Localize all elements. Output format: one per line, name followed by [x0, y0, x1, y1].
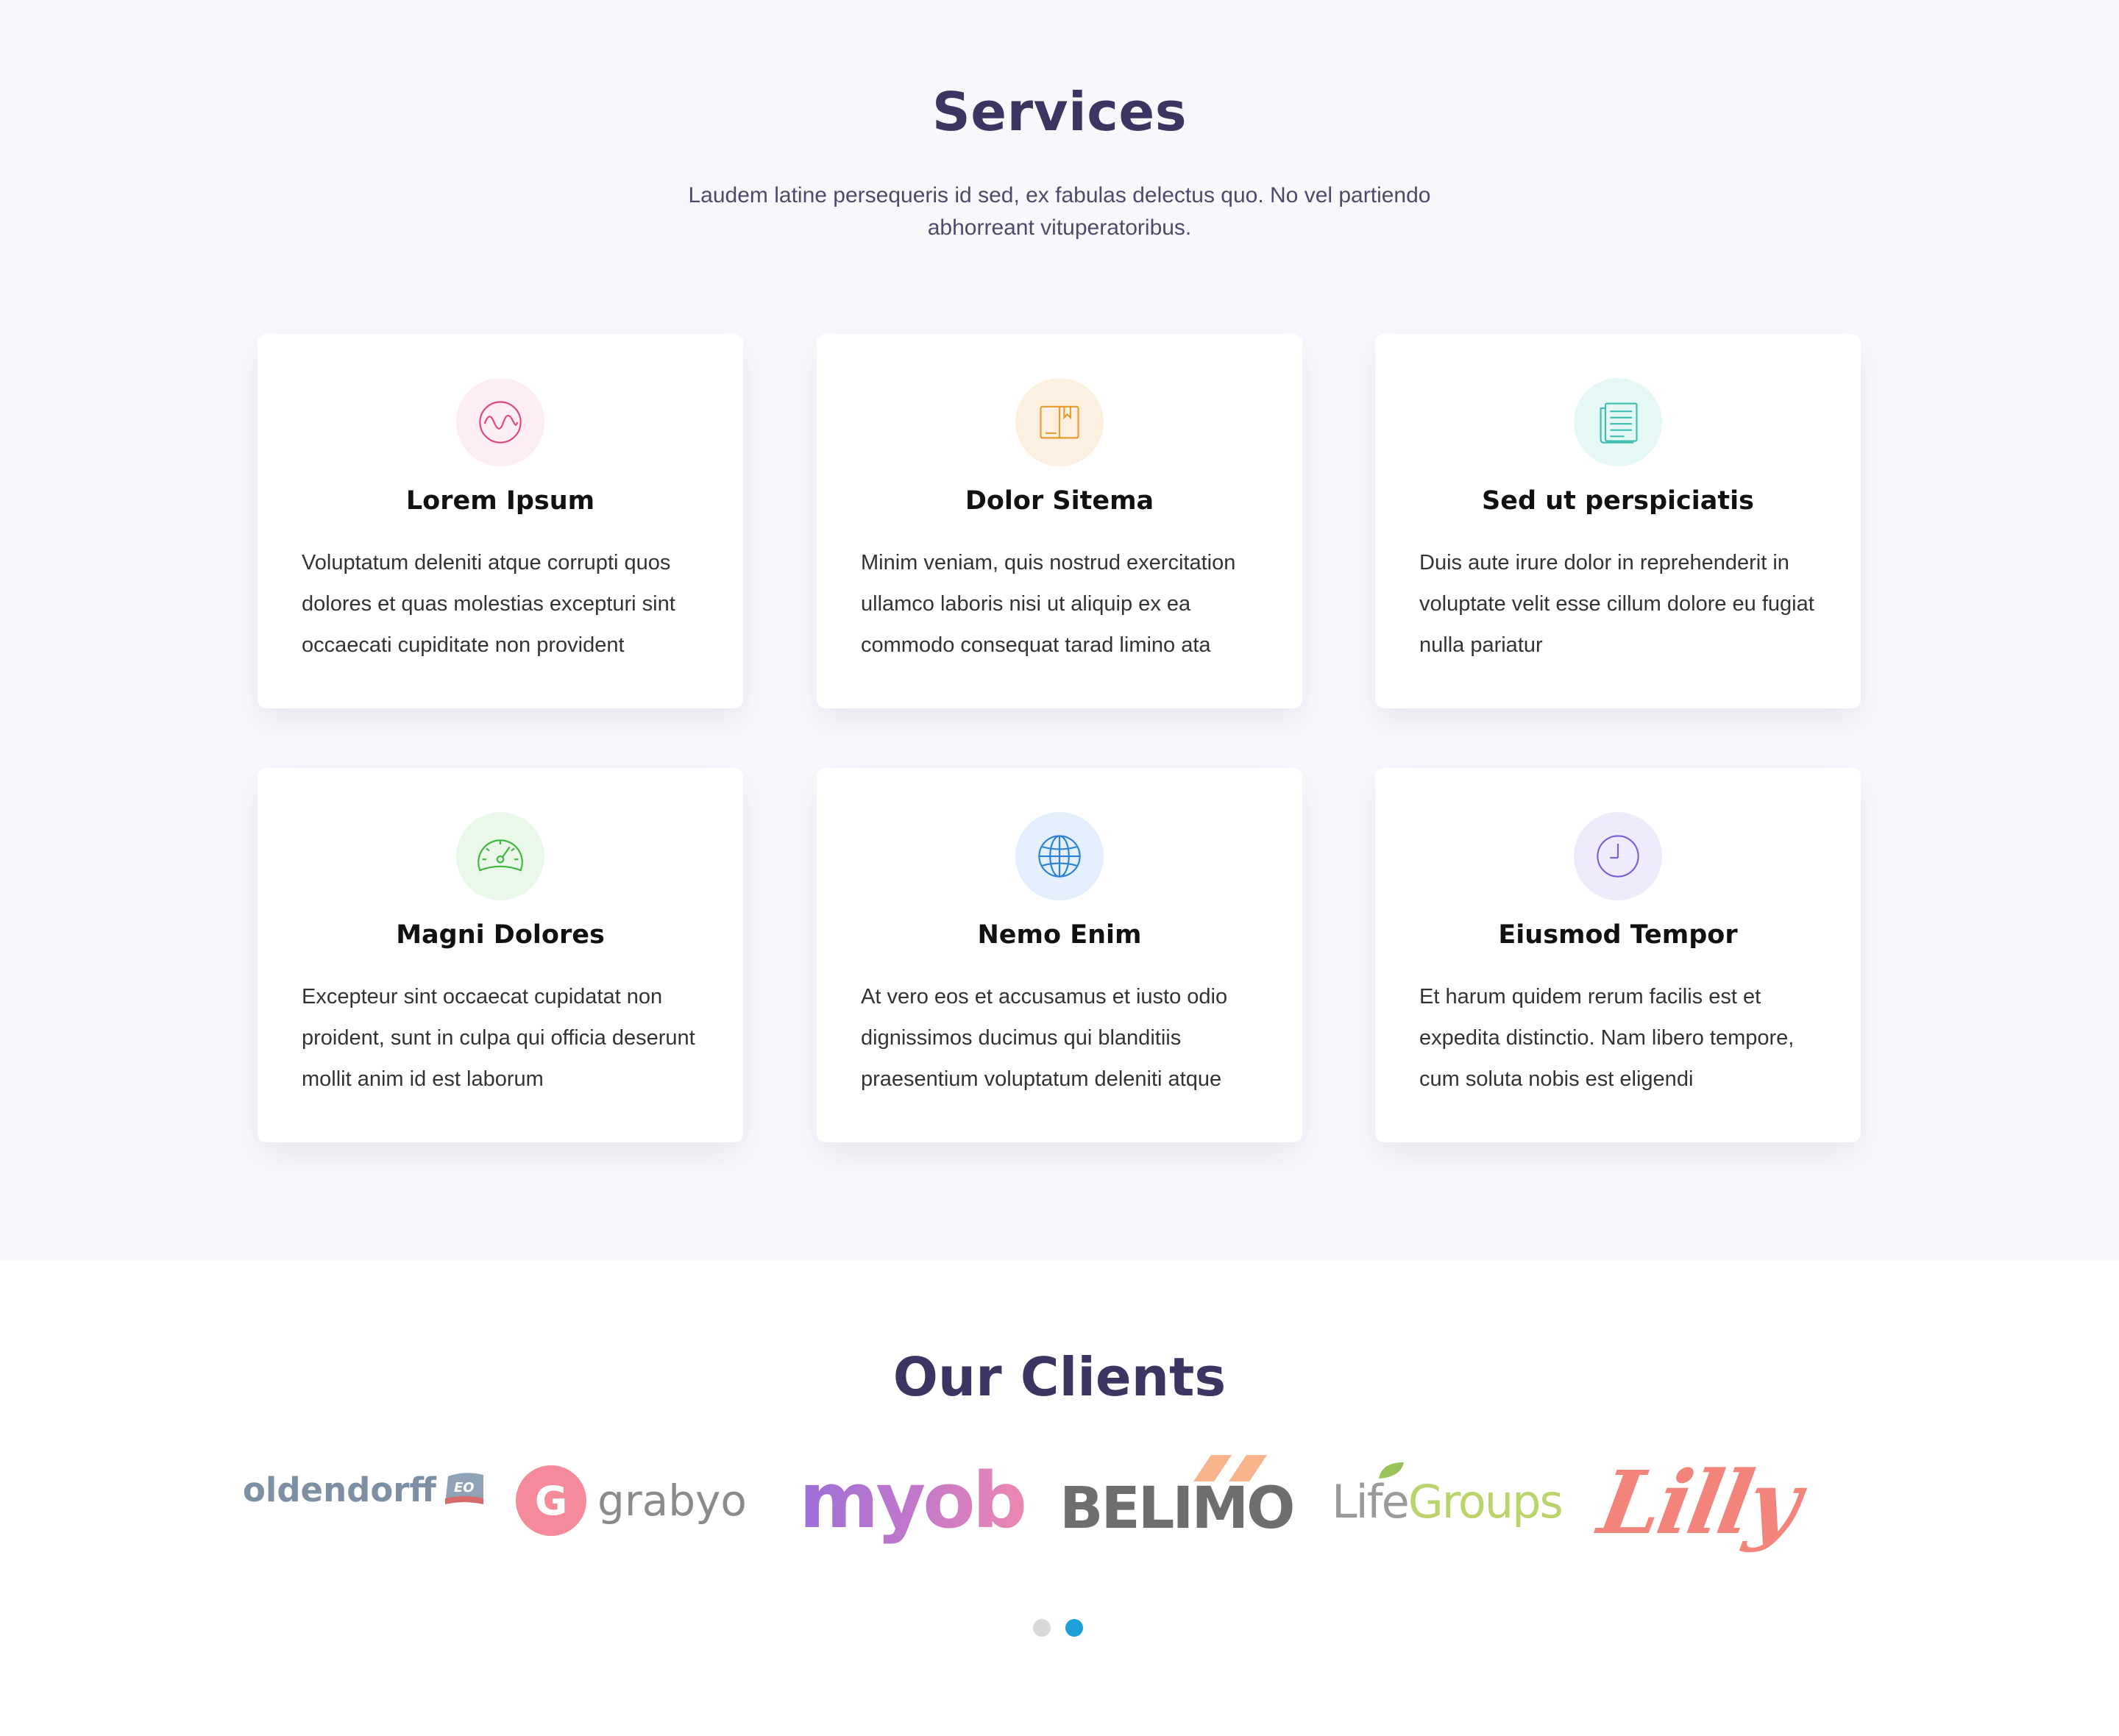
service-card-title: Sed ut perspiciatis	[1482, 486, 1754, 516]
lifegroups-groups: Groups	[1408, 1474, 1563, 1529]
wave-icon	[479, 401, 522, 444]
service-card-title: Dolor Sitema	[965, 486, 1154, 516]
service-card-title: Magni Dolores	[396, 920, 605, 950]
belimo-wordmark: BELIMO	[1060, 1476, 1295, 1542]
pager-dot-1[interactable]	[1033, 1619, 1051, 1637]
service-card-title: Eiusmod Tempor	[1498, 920, 1738, 950]
client-logo-belimo: BELIMO	[1060, 1455, 1295, 1542]
clients-title: Our Clients	[892, 1346, 1227, 1408]
services-subtitle: Laudem latine persequeris id sed, ex fab…	[688, 183, 1431, 240]
service-card-eiusmod-tempor: Eiusmod Tempor Et harum quidem rerum fac…	[1375, 768, 1861, 1142]
service-icon-badge	[456, 812, 544, 900]
lilly-wordmark: Lilly	[1591, 1451, 1806, 1554]
clients-pager	[1033, 1619, 1083, 1637]
service-card-text: Et harum quidem rerum facilis est et exp…	[1419, 985, 1795, 1091]
speedometer-icon	[478, 839, 523, 872]
book-icon	[1040, 405, 1079, 439]
services-section: Services Laudem latine persequeris id se…	[0, 0, 2119, 1261]
oldendorff-wordmark: oldendorff	[243, 1470, 436, 1509]
service-card-magni-dolores: Magni Dolores Excepteur sint occaecat cu…	[258, 768, 743, 1142]
client-logo-grabyo: G grabyo	[515, 1464, 747, 1537]
clock-icon	[1597, 835, 1639, 878]
service-card-title: Lorem Ipsum	[405, 486, 595, 516]
service-card-text: Excepteur sint occaecat cupidatat non pr…	[302, 985, 695, 1091]
service-card-text: At vero eos et accusamus et iusto odio d…	[861, 985, 1228, 1091]
clients-section: Our Clients oldendorff EO G grabyo myob …	[0, 1261, 2119, 1736]
oldendorff-badge: EO	[454, 1480, 475, 1495]
client-logo-oldendorff: oldendorff EO	[243, 1464, 486, 1515]
leaf-icon	[1379, 1462, 1404, 1479]
service-card-text: Voluptatum deleniti atque corrupti quos …	[302, 551, 675, 657]
service-card-lorem-ipsum: Lorem Ipsum Voluptatum deleniti atque co…	[258, 334, 743, 708]
oldendorff-flag-icon: EO	[444, 1473, 483, 1504]
service-card-text: Minim veniam, quis nostrud exercitation …	[861, 551, 1236, 657]
lifegroups-life: Life	[1332, 1474, 1410, 1529]
pager-dot-2[interactable]	[1065, 1619, 1083, 1637]
service-card-text: Duis aute irure dolor in reprehenderit i…	[1419, 551, 1814, 657]
belimo-stripes-icon	[1193, 1455, 1267, 1481]
service-icon-badge	[1015, 812, 1104, 900]
services-title: Services	[931, 81, 1188, 143]
myob-wordmark: myob	[799, 1456, 1027, 1545]
service-icon-badge	[1574, 378, 1662, 466]
service-card-sed-ut-perspiciatis: Sed ut perspiciatis Duis aute irure dolo…	[1375, 334, 1861, 708]
client-logo-lilly: Lilly	[1592, 1451, 1806, 1554]
client-logo-lifegroups: Life Groups	[1332, 1462, 1563, 1534]
service-card-title: Nemo Enim	[977, 920, 1142, 950]
grabyo-g-icon: G	[516, 1465, 586, 1536]
service-icon-badge	[1015, 378, 1104, 466]
client-logo-myob: myob	[799, 1456, 1027, 1545]
grabyo-wordmark: grabyo	[597, 1476, 747, 1526]
service-card-nemo-enim: Nemo Enim At vero eos et accusamus et iu…	[817, 768, 1302, 1142]
service-card-dolor-sitema: Dolor Sitema Minim veniam, quis nostrud …	[817, 334, 1302, 708]
globe-icon	[1038, 835, 1081, 878]
grabyo-mark: G	[535, 1478, 567, 1524]
service-icon-badge	[456, 378, 544, 466]
service-icon-badge	[1574, 812, 1662, 900]
document-icon	[1600, 402, 1638, 444]
